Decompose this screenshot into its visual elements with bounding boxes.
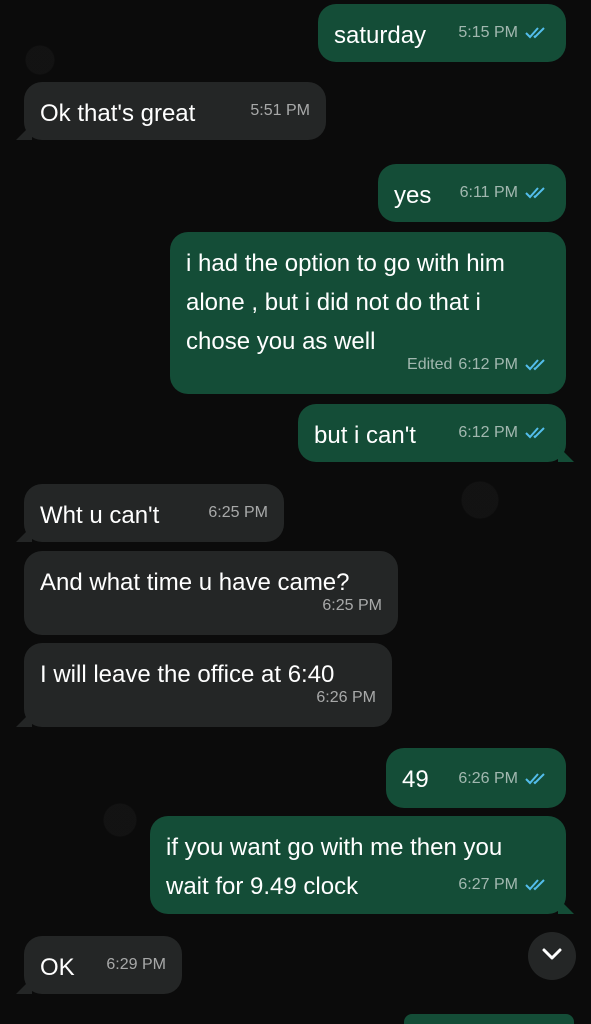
message-time: 5:15 PM <box>458 24 518 41</box>
message-bubble-outgoing[interactable]: i had the option to go with him alone , … <box>170 232 566 394</box>
double-check-icon <box>524 426 550 440</box>
message-bubble-outgoing[interactable]: 49 6:26 PM <box>386 748 566 808</box>
chat-background: saturday 5:15 PM Ok that's great 5:51 PM… <box>0 0 591 1024</box>
message-meta: 6:12 PM <box>458 413 550 452</box>
message-time: 5:51 PM <box>250 102 310 119</box>
message-bubble-outgoing[interactable]: saturday 5:15 PM <box>318 4 566 62</box>
message-bubble-incoming[interactable]: Wht u can't 6:25 PM <box>24 484 284 542</box>
message-bubble-incoming[interactable]: OK 6:29 PM <box>24 936 182 994</box>
message-time: 6:29 PM <box>106 956 166 973</box>
message-bubble-outgoing[interactable]: but i can't 6:12 PM <box>298 404 566 462</box>
chevron-down-icon <box>541 947 563 966</box>
message-meta: 5:15 PM <box>458 13 550 52</box>
message-bubble-outgoing[interactable]: yes 6:11 PM <box>378 164 566 222</box>
message-time: 6:12 PM <box>458 356 518 373</box>
message-time: 6:27 PM <box>458 876 518 893</box>
message-text: Ok that's great <box>40 100 196 127</box>
partial-message-bubble <box>404 1014 574 1024</box>
message-meta: 6:26 PM <box>458 759 550 798</box>
message-meta: 6:29 PM <box>106 945 166 984</box>
message-meta: Edited 6:12 PM <box>407 345 550 384</box>
double-check-icon <box>524 772 550 786</box>
message-time: 6:26 PM <box>458 770 518 787</box>
message-bubble-incoming[interactable]: Ok that's great 5:51 PM <box>24 82 326 140</box>
message-meta: 5:51 PM <box>250 91 310 130</box>
message-time: 6:11 PM <box>459 184 518 201</box>
message-meta: 6:11 PM <box>460 173 550 212</box>
message-meta: 6:25 PM <box>322 586 382 625</box>
scroll-to-bottom-button[interactable] <box>528 932 576 980</box>
message-text: if you want go with me then you wait for… <box>166 834 503 900</box>
message-time: 6:12 PM <box>458 424 518 441</box>
double-check-icon <box>524 878 550 892</box>
message-bubble-incoming[interactable]: And what time u have came? 6:25 PM <box>24 551 398 635</box>
message-text: 49 <box>402 766 429 793</box>
message-text: I will leave the office at 6:40 <box>40 661 335 688</box>
double-check-icon <box>524 26 550 40</box>
message-text: And what time u have came? <box>40 569 350 596</box>
edited-label: Edited <box>407 356 453 373</box>
message-meta: 6:27 PM <box>458 865 550 904</box>
double-check-icon <box>524 186 550 200</box>
message-text: Wht u can't <box>40 502 160 529</box>
double-check-icon <box>524 358 550 372</box>
message-text: saturday <box>334 22 427 49</box>
message-meta: 6:25 PM <box>208 493 268 532</box>
message-text: i had the option to go with him alone , … <box>186 250 505 355</box>
message-bubble-incoming[interactable]: I will leave the office at 6:40 6:26 PM <box>24 643 392 727</box>
message-text: OK <box>40 954 75 981</box>
message-meta: 6:26 PM <box>316 678 376 717</box>
message-text: yes <box>394 182 432 209</box>
message-time: 6:26 PM <box>316 689 376 706</box>
message-bubble-outgoing[interactable]: if you want go with me then you wait for… <box>150 816 566 914</box>
message-text: but i can't <box>314 422 416 449</box>
message-time: 6:25 PM <box>208 504 268 521</box>
message-time: 6:25 PM <box>322 597 382 614</box>
